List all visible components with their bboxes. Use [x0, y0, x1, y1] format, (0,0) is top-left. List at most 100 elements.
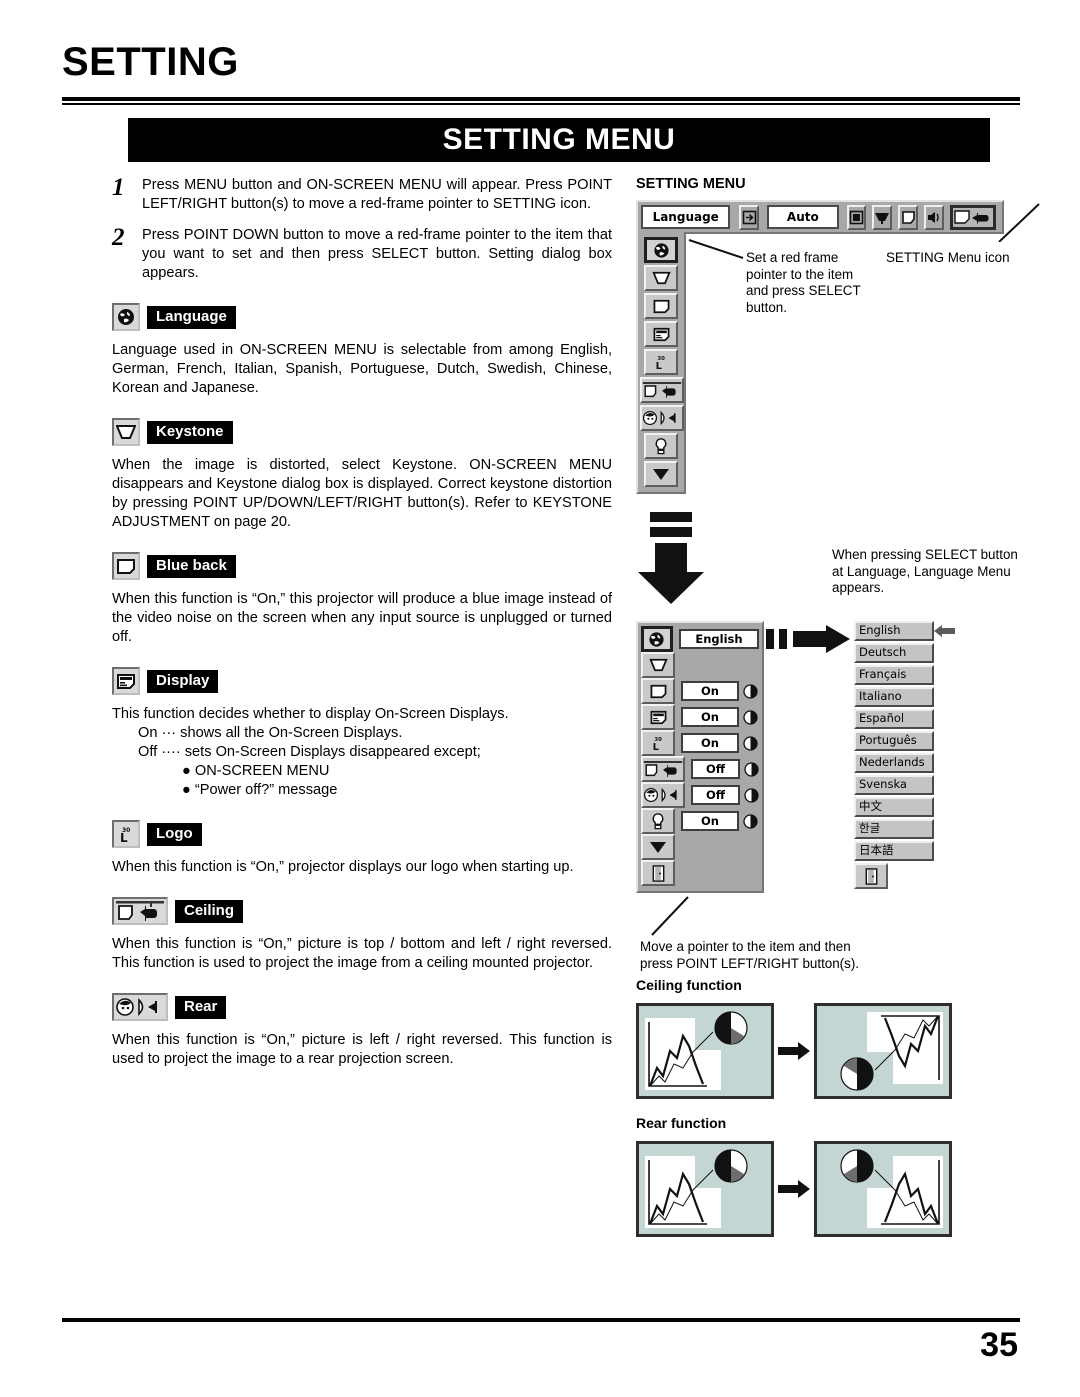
section-display: Display This function decides whether to…	[112, 667, 612, 800]
osd-sidebar: 30 L	[636, 232, 686, 494]
rear-icon[interactable]	[641, 782, 685, 808]
toggle-icon[interactable]	[744, 787, 759, 803]
image-icon[interactable]	[872, 204, 893, 230]
dialog-value[interactable]: On	[681, 733, 739, 753]
language-item[interactable]: Italiano	[854, 687, 934, 707]
display-subbullet: ● ON-SCREEN MENU	[182, 763, 330, 779]
globe-icon[interactable]	[644, 237, 678, 263]
language-item[interactable]: Português	[854, 731, 934, 751]
language-item[interactable]: Deutsch	[854, 643, 934, 663]
lamp-icon[interactable]	[641, 808, 675, 834]
dialog-row-logo[interactable]: 30 L On	[641, 730, 759, 756]
dialog-row-lamp[interactable]: On	[641, 808, 759, 834]
toggle-icon[interactable]	[743, 735, 758, 751]
ceiling-before-image	[636, 1003, 774, 1099]
globe-icon	[112, 303, 140, 331]
ceiling-icon[interactable]	[640, 377, 684, 403]
section-label: Keystone	[147, 420, 233, 444]
down-arrow-icon[interactable]	[644, 461, 678, 487]
ceiling-transform-arrow	[774, 1042, 814, 1060]
toggle-icon[interactable]	[743, 813, 758, 829]
display-icon[interactable]	[641, 704, 675, 730]
callout-move-text: Move a pointer to the item and then pres…	[640, 939, 860, 971]
dialog-value[interactable]: On	[681, 707, 739, 727]
section-label: Logo	[147, 822, 202, 846]
rear-icon[interactable]	[640, 405, 684, 431]
section-label: Blue back	[147, 554, 236, 578]
left-arrow-icon	[934, 621, 958, 639]
header-rule	[62, 97, 1020, 105]
exit-icon[interactable]	[854, 863, 888, 889]
dialog-value[interactable]: On	[681, 681, 739, 701]
section-body: When the image is distorted, select Keys…	[112, 457, 612, 530]
svg-text:L: L	[653, 742, 660, 752]
section-heading: Blue back	[112, 552, 612, 580]
blueback-icon	[112, 552, 140, 580]
section-label: Rear	[175, 995, 227, 1019]
section-banner: SETTING MENU	[128, 118, 990, 162]
step-text: Press MENU button and ON-SCREEN MENU wil…	[142, 177, 612, 212]
globe-icon[interactable]	[641, 626, 673, 652]
logo-icon[interactable]: 30 L	[641, 730, 675, 756]
callout-select-text: When pressing SELECT button at Language,…	[832, 547, 1018, 595]
sound-icon[interactable]	[924, 204, 945, 230]
ceiling-after-image	[814, 1003, 952, 1099]
osd-language-field[interactable]: Language	[641, 205, 731, 229]
language-item[interactable]: Español	[854, 709, 934, 729]
svg-text:L: L	[120, 831, 128, 844]
step-item: 2 Press POINT DOWN button to move a red-…	[112, 224, 612, 283]
blueback-icon[interactable]	[641, 678, 675, 704]
language-item[interactable]: Svenska	[854, 775, 934, 795]
blueback-icon[interactable]	[644, 293, 678, 319]
keystone-icon[interactable]	[641, 652, 675, 678]
language-item[interactable]: English	[854, 621, 934, 641]
language-menu: English Deutsch Français Italiano Españo…	[854, 621, 958, 893]
screen-icon[interactable]	[846, 204, 867, 230]
display-option-off: Off ···· sets On-Screen Displays disappe…	[138, 744, 481, 760]
down-arrow-icon[interactable]	[641, 834, 675, 860]
section-keystone: Keystone When the image is distorted, se…	[112, 418, 612, 532]
picture-icon[interactable]	[898, 204, 919, 230]
lamp-icon[interactable]	[644, 433, 678, 459]
dialog-row-blueback[interactable]: On	[641, 678, 759, 704]
ceiling-icon	[112, 897, 168, 925]
dialog-row-rear[interactable]: Off	[641, 782, 759, 808]
dialog-row-language[interactable]: English	[641, 626, 759, 652]
language-item[interactable]: 한글	[854, 819, 934, 839]
step-number: 2	[112, 224, 125, 251]
toggle-icon[interactable]	[743, 683, 758, 699]
exit-icon[interactable]	[641, 860, 675, 886]
toggle-icon[interactable]	[743, 709, 758, 725]
dialog-row-exit[interactable]	[641, 860, 759, 886]
dialog-value[interactable]: English	[678, 629, 759, 649]
svg-text:L: L	[656, 361, 663, 371]
language-item[interactable]: Nederlands	[854, 753, 934, 773]
dialog-value[interactable]: Off	[691, 759, 740, 779]
osd-auto-field[interactable]: Auto	[767, 205, 839, 229]
display-icon[interactable]	[644, 321, 678, 347]
dialog-row-scroll[interactable]	[641, 834, 759, 860]
body-text-column: 1 Press MENU button and ON-SCREEN MENU w…	[112, 175, 612, 1069]
dialog-row-ceiling[interactable]: Off	[641, 756, 759, 782]
display-option-on: On ··· shows all the On-Screen Displays.	[138, 725, 403, 741]
toggle-icon[interactable]	[744, 761, 759, 777]
dialog-value[interactable]: On	[681, 811, 739, 831]
input-icon[interactable]	[739, 204, 760, 230]
dialog-value[interactable]: Off	[691, 785, 740, 805]
ceiling-icon[interactable]	[641, 756, 685, 782]
language-item[interactable]: Français	[854, 665, 934, 685]
rear-before-image	[636, 1141, 774, 1237]
language-item[interactable]: 中文	[854, 797, 934, 817]
section-banner-label: SETTING MENU	[442, 123, 676, 156]
logo-icon[interactable]: 30 L	[644, 349, 678, 375]
page-number: 35	[980, 1326, 1018, 1364]
language-item[interactable]: 日本語	[854, 841, 934, 861]
section-heading: Keystone	[112, 418, 612, 446]
dialog-row-display[interactable]: On	[641, 704, 759, 730]
dialog-row-keystone[interactable]	[641, 652, 759, 678]
section-logo: 30 L Logo When this function is “On,” pr…	[112, 820, 612, 877]
step-item: 1 Press MENU button and ON-SCREEN MENU w…	[112, 175, 612, 214]
keystone-icon[interactable]	[644, 265, 678, 291]
osd-setting-dialog: English On On 30 L On Off Off On	[636, 621, 764, 893]
ceiling-function-figure: Ceiling function	[636, 977, 1036, 1099]
